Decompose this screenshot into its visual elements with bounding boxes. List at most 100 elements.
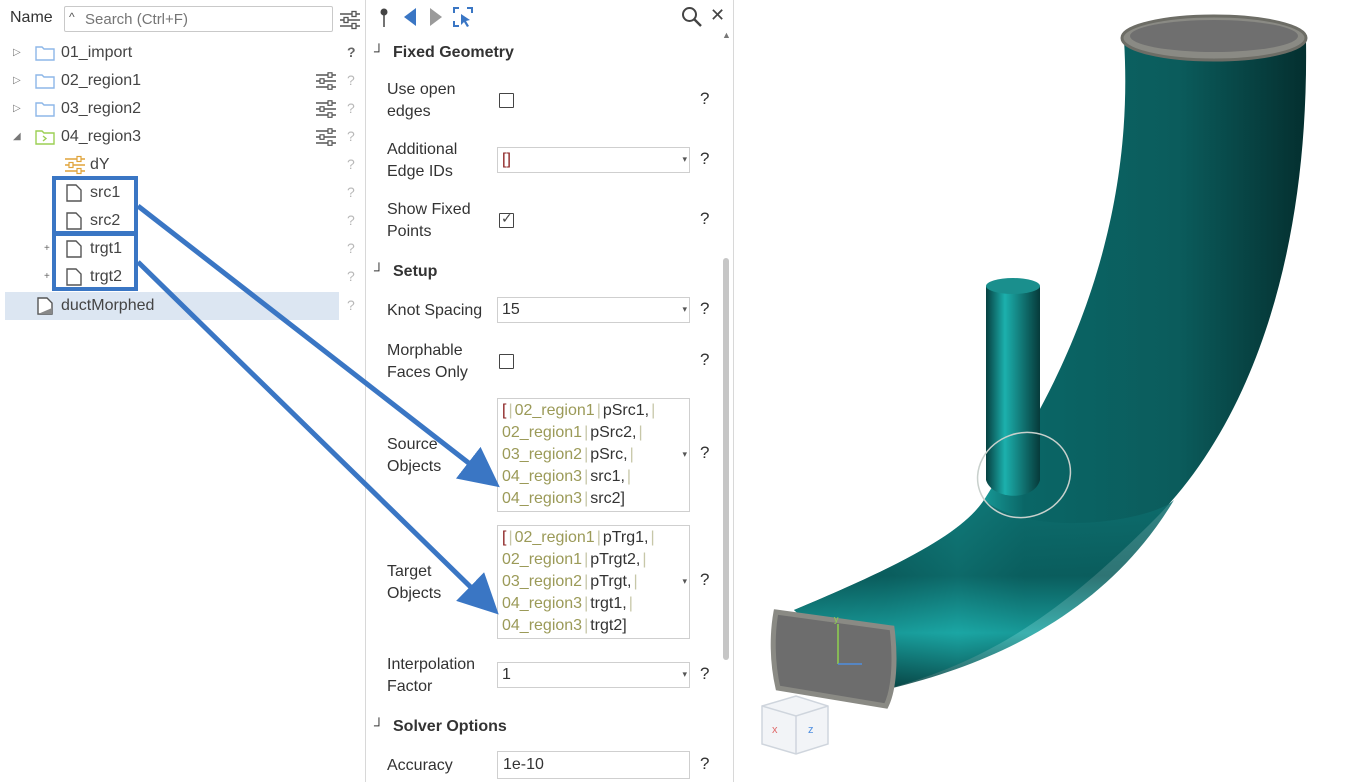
section-solver-options[interactable]: ┘ Solver Options bbox=[366, 715, 721, 741]
pin-icon[interactable] bbox=[378, 6, 390, 28]
properties-scrollbar[interactable]: ▲ bbox=[721, 30, 731, 782]
dropdown-arrow-icon[interactable]: ▾ bbox=[682, 576, 687, 587]
expand-plus-icon[interactable]: + bbox=[44, 271, 50, 282]
tree-item-label: 02_region1 bbox=[61, 72, 142, 89]
cube-x-label: x bbox=[772, 724, 778, 736]
help-icon[interactable]: ? bbox=[700, 89, 709, 109]
help-icon[interactable]: ? bbox=[700, 299, 709, 319]
tree-item-03-region2[interactable]: ▷ 03_region2 ? bbox=[0, 95, 355, 123]
scrollbar-thumb[interactable] bbox=[723, 258, 729, 660]
morphable-faces-only-checkbox[interactable] bbox=[499, 354, 514, 369]
tree-name-column-header[interactable]: Name bbox=[10, 9, 53, 27]
help-icon[interactable]: ? bbox=[347, 128, 355, 144]
accuracy-label: Accuracy bbox=[387, 757, 453, 774]
tree-item-dy[interactable]: dY ? bbox=[0, 151, 355, 179]
search-collapse-icon[interactable]: ^ bbox=[69, 10, 75, 24]
help-icon[interactable]: ? bbox=[700, 209, 709, 229]
additional-edge-ids-dropdown[interactable]: [] ▾ bbox=[497, 147, 690, 173]
tree-item-ductmorphed[interactable]: ductMorphed ? bbox=[5, 292, 355, 320]
dropdown-arrow-icon[interactable]: ▾ bbox=[682, 669, 687, 680]
top-outlet-face bbox=[1130, 20, 1298, 52]
interpolation-factor-dropdown[interactable]: 1 ▾ bbox=[497, 662, 690, 688]
search-icon[interactable] bbox=[681, 6, 703, 28]
target-objects-list[interactable]: [| 02_region1 | pTrg1, | 02_region1 | pTrgt2, |… bbox=[497, 525, 690, 639]
section-setup[interactable]: ┘ Setup bbox=[366, 260, 721, 286]
tree-item-label: 01_import bbox=[61, 44, 133, 61]
tree-item-02-region1[interactable]: ▷ 02_region1 ? bbox=[0, 67, 355, 95]
help-icon[interactable]: ? bbox=[700, 350, 709, 370]
select-icon[interactable] bbox=[452, 6, 474, 28]
expand-icon[interactable]: ▷ bbox=[13, 47, 21, 58]
axis-y-label: y bbox=[834, 614, 839, 624]
interpolation-factor-value: 1 bbox=[502, 666, 511, 683]
back-arrow-icon[interactable] bbox=[402, 6, 418, 28]
section-title: Fixed Geometry bbox=[393, 44, 514, 61]
orientation-cube[interactable]: x z bbox=[761, 695, 829, 755]
help-icon[interactable]: ? bbox=[700, 754, 709, 774]
dropdown-arrow-icon[interactable]: ▾ bbox=[682, 449, 687, 460]
help-icon[interactable]: ? bbox=[347, 100, 355, 116]
tree-search-input[interactable] bbox=[85, 9, 325, 29]
source-objects-list[interactable]: [| 02_region1 | pSrc1, | 02_region1 | pSrc2, | … bbox=[497, 398, 690, 512]
section-fixed-geometry[interactable]: ┘ Fixed Geometry bbox=[366, 41, 721, 67]
expand-icon[interactable]: ▷ bbox=[13, 75, 21, 86]
settings-sliders-icon[interactable] bbox=[315, 128, 337, 146]
model-tree-panel: Name ^ ▷ 01_import ? ▷ 02_region1 ? bbox=[0, 0, 365, 782]
section-title: Solver Options bbox=[393, 718, 507, 735]
help-icon[interactable]: ? bbox=[347, 44, 356, 60]
show-fixed-points-checkbox[interactable]: ✓ bbox=[499, 210, 514, 228]
list-item: 03_region2 | pTrgt, | bbox=[502, 573, 638, 590]
tree-item-01-import[interactable]: ▷ 01_import ? bbox=[0, 39, 356, 67]
accuracy-field[interactable] bbox=[498, 752, 689, 778]
collapse-icon[interactable]: ◢ bbox=[13, 131, 21, 142]
section-collapse-icon[interactable]: ┘ bbox=[374, 43, 384, 59]
settings-sliders-icon[interactable] bbox=[315, 100, 337, 118]
list-item: 03_region2 | pSrc, | bbox=[502, 446, 634, 463]
help-icon[interactable]: ? bbox=[347, 268, 355, 284]
dropdown-arrow-icon[interactable]: ▾ bbox=[682, 154, 687, 165]
scroll-up-icon[interactable]: ▲ bbox=[722, 30, 731, 40]
use-open-edges-checkbox[interactable] bbox=[499, 93, 514, 108]
tree-header: Name ^ bbox=[0, 0, 365, 38]
dropdown-arrow-icon[interactable]: ▾ bbox=[682, 304, 687, 315]
help-icon[interactable]: ? bbox=[347, 297, 355, 313]
help-icon[interactable]: ? bbox=[347, 240, 355, 256]
knot-spacing-dropdown[interactable]: 15 ▾ bbox=[497, 297, 690, 323]
branch-pipe bbox=[986, 286, 1040, 496]
source-objects-label: Source Objects bbox=[387, 436, 442, 475]
tree-item-src2[interactable]: src2 ? bbox=[0, 207, 355, 235]
help-icon[interactable]: ? bbox=[700, 149, 709, 169]
help-icon[interactable]: ? bbox=[700, 443, 709, 463]
knot-spacing-value: 15 bbox=[502, 301, 520, 318]
cube-z-label: z bbox=[808, 724, 814, 736]
properties-panel: ✕ ┘ Fixed Geometry Use open edges ? Addit… bbox=[366, 0, 733, 782]
list-item: 02_region1 | pSrc2, | bbox=[502, 424, 643, 441]
tree-item-src1[interactable]: src1 ? bbox=[0, 179, 355, 207]
show-fixed-points-label: Show Fixed Points bbox=[387, 201, 471, 240]
expand-plus-icon[interactable]: + bbox=[44, 243, 50, 254]
tree-search-box[interactable]: ^ bbox=[64, 6, 333, 32]
help-icon[interactable]: ? bbox=[700, 570, 709, 590]
expand-icon[interactable]: ▷ bbox=[13, 103, 21, 114]
inlet-face bbox=[770, 609, 897, 709]
settings-sliders-icon[interactable] bbox=[315, 72, 337, 90]
section-collapse-icon[interactable]: ┘ bbox=[374, 262, 384, 278]
help-icon[interactable]: ? bbox=[347, 184, 355, 200]
help-icon[interactable]: ? bbox=[347, 212, 355, 228]
help-icon[interactable]: ? bbox=[700, 664, 709, 684]
tree-filter-icon[interactable] bbox=[339, 10, 361, 30]
script-folder-icon bbox=[35, 130, 55, 145]
tree-item-label: 04_region3 bbox=[61, 128, 142, 145]
tree-item-trgt1[interactable]: + trgt1 ? bbox=[0, 235, 355, 263]
help-icon[interactable]: ? bbox=[347, 156, 355, 172]
help-icon[interactable]: ? bbox=[347, 72, 355, 88]
duct-model-render: y x z bbox=[761, 14, 1308, 755]
forward-arrow-icon[interactable] bbox=[428, 6, 444, 28]
tree-item-04-region3[interactable]: ◢ 04_region3 ? bbox=[0, 123, 355, 151]
close-icon[interactable]: ✕ bbox=[710, 5, 725, 26]
list-item: [| 02_region1 | pTrg1, | bbox=[502, 529, 655, 546]
accuracy-input[interactable] bbox=[497, 751, 690, 779]
section-collapse-icon[interactable]: ┘ bbox=[374, 717, 384, 733]
tree-item-trgt2[interactable]: + trgt2 ? bbox=[0, 263, 355, 291]
3d-viewport[interactable]: y x z bbox=[734, 0, 1354, 782]
